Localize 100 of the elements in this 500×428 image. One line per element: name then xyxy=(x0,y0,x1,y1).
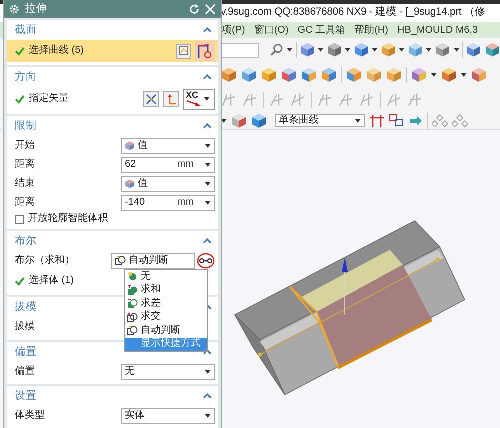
chevron-up-icon[interactable] xyxy=(203,393,212,399)
cube-icon[interactable] xyxy=(435,42,451,58)
caret-icon[interactable] xyxy=(355,118,361,122)
caret-icon[interactable] xyxy=(205,370,211,374)
cube-icon[interactable] xyxy=(221,67,237,83)
sketch-button[interactable] xyxy=(195,41,215,61)
cube-icon[interactable] xyxy=(411,67,427,83)
shapes-icon xyxy=(127,325,138,336)
sketch-icon xyxy=(197,43,213,59)
caret-icon[interactable] xyxy=(454,48,460,52)
arrow-icon[interactable] xyxy=(409,114,423,126)
field-label: 布尔（求和） xyxy=(15,256,75,266)
chevron-up-icon[interactable] xyxy=(203,238,212,244)
checkbox[interactable] xyxy=(15,214,24,224)
caret-icon[interactable] xyxy=(345,48,351,52)
cube-icon[interactable] xyxy=(466,42,482,58)
caret-icon[interactable] xyxy=(205,414,211,418)
menu-item[interactable]: 项(P) xyxy=(222,22,246,38)
menu-item[interactable]: 窗口(O) xyxy=(254,22,289,38)
dropdown[interactable]: 值 xyxy=(121,176,215,192)
cube-icon[interactable] xyxy=(321,67,337,83)
caret-icon[interactable] xyxy=(221,118,227,122)
sketch-tool-icon[interactable] xyxy=(221,92,237,108)
cube-icon[interactable] xyxy=(354,42,370,58)
menu-item[interactable]: GC 工具箱 xyxy=(298,22,346,38)
menu-item[interactable]: 帮助(H) xyxy=(354,22,388,38)
chevron-up-icon[interactable] xyxy=(203,349,212,355)
shapes-icon xyxy=(127,312,138,323)
caret-icon[interactable] xyxy=(372,48,378,52)
field-label: 开放轮廓智能体积 xyxy=(28,214,108,224)
cube-icon[interactable] xyxy=(251,112,267,128)
caret-icon[interactable] xyxy=(205,162,211,166)
vector-button[interactable] xyxy=(163,91,179,107)
search-icon[interactable] xyxy=(270,43,284,57)
cube-icon[interactable] xyxy=(366,67,382,83)
cube-icon[interactable] xyxy=(231,112,247,128)
chevron-up-icon[interactable] xyxy=(203,27,212,33)
field-label: 偏置 xyxy=(15,366,35,376)
cube-icon[interactable] xyxy=(441,67,457,83)
cube-icon[interactable] xyxy=(301,67,317,83)
list-option[interactable]: 求和 xyxy=(125,284,207,297)
caret-icon[interactable] xyxy=(205,200,211,204)
selection-label[interactable]: 选择体 (1) xyxy=(29,276,74,286)
reverse-direction-button[interactable] xyxy=(143,91,159,107)
settings-icon[interactable] xyxy=(9,4,20,14)
dropdown[interactable]: 单条曲线 xyxy=(275,114,365,127)
selection-row-highlight[interactable]: 选择曲线 (5) xyxy=(7,40,218,62)
axes-icon xyxy=(166,94,176,104)
cube-icon[interactable] xyxy=(386,67,402,83)
axis-label: XC xyxy=(186,91,199,100)
circled-link-icon[interactable] xyxy=(197,252,215,268)
caret-icon[interactable] xyxy=(205,144,211,148)
list-option[interactable]: 自动判断 xyxy=(125,324,207,338)
input-field[interactable]: -140 mm xyxy=(121,194,215,210)
caret-icon[interactable] xyxy=(205,182,211,186)
selection-label[interactable]: 选择曲线 (5) xyxy=(29,46,84,56)
caret-icon[interactable] xyxy=(426,48,432,52)
trim-icon[interactable] xyxy=(369,114,385,128)
cube-icon[interactable] xyxy=(241,67,257,83)
caret-icon[interactable] xyxy=(399,48,406,52)
reset-icon[interactable] xyxy=(189,4,200,14)
vector-dropdown[interactable]: XC xyxy=(183,88,215,110)
section-title[interactable]: 限制 xyxy=(15,120,37,132)
cube-icon[interactable] xyxy=(484,42,500,58)
dropdown[interactable]: 值 xyxy=(121,138,215,154)
caret-icon[interactable] xyxy=(431,73,437,77)
cross-arrows-icon xyxy=(146,94,156,104)
section-title[interactable]: 截面 xyxy=(15,24,37,36)
tool-button[interactable] xyxy=(176,44,191,58)
caret-icon[interactable] xyxy=(204,97,210,101)
list-option[interactable]: 无 xyxy=(125,270,207,284)
field-label: 距离 xyxy=(15,198,35,208)
cube-icon[interactable] xyxy=(471,67,487,83)
section-title[interactable]: 设置 xyxy=(15,390,37,402)
section-title[interactable]: 偏置 xyxy=(15,346,37,358)
list-option[interactable]: 求差 xyxy=(125,297,207,310)
dropdown[interactable]: 实体 xyxy=(121,408,215,424)
cube-icon[interactable] xyxy=(326,42,342,58)
cube-icon[interactable] xyxy=(281,67,297,83)
section-title[interactable]: 方向 xyxy=(15,72,37,82)
input-field[interactable]: 62 mm xyxy=(121,156,215,172)
dropdown[interactable]: 自动判断 xyxy=(111,252,195,268)
list-option[interactable]: 求交 xyxy=(125,310,207,324)
close-icon[interactable] xyxy=(205,4,216,14)
chevron-up-icon[interactable] xyxy=(203,74,212,80)
caret-icon[interactable] xyxy=(286,48,293,52)
section-title[interactable]: 布尔 xyxy=(15,236,37,246)
chevron-up-icon[interactable] xyxy=(203,123,212,129)
caret-icon[interactable] xyxy=(318,48,324,52)
cube-icon[interactable] xyxy=(300,42,315,58)
search-field[interactable] xyxy=(221,42,260,58)
dropdown[interactable]: 无 xyxy=(121,364,215,380)
cube-icon[interactable] xyxy=(346,67,362,83)
curve-icon xyxy=(178,46,188,56)
field-label: 距离 xyxy=(15,160,35,170)
menu-item[interactable]: HB_MOULD M6.3 xyxy=(397,22,478,38)
section-title[interactable]: 拔模 xyxy=(15,302,37,312)
chain-icon[interactable] xyxy=(389,114,405,128)
cube-icon[interactable] xyxy=(261,67,277,83)
caret-icon[interactable] xyxy=(461,73,467,77)
